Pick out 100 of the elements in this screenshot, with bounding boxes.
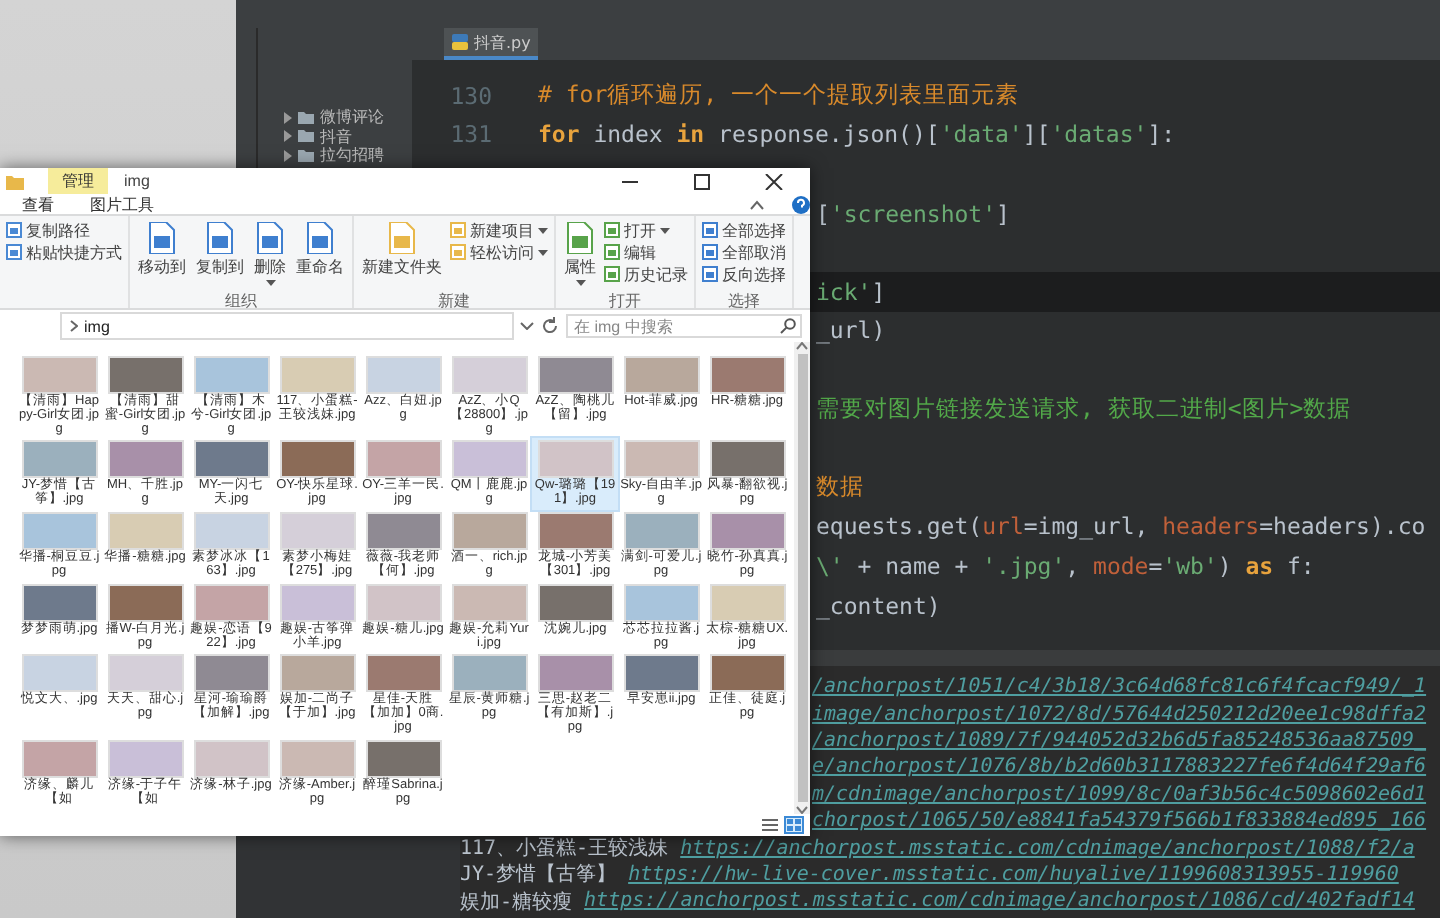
photo-placeholder — [107, 583, 183, 622]
collapse-caret-icon[interactable] — [750, 199, 764, 209]
chevron-icon — [70, 320, 78, 332]
photo-placeholder — [107, 512, 183, 551]
code-line: ['screenshot'] — [816, 199, 1010, 228]
ribbon-group-label: 打开 — [607, 290, 643, 308]
view-button[interactable] — [760, 816, 780, 834]
ribbon-button[interactable]: 打开 — [604, 220, 688, 240]
tree-item[interactable]: 抖音 — [258, 127, 412, 146]
refresh-icon[interactable] — [540, 316, 560, 336]
output-link[interactable]: https://anchorpost.msstatic.com/cdnimage/anchorpost/1088/f2/a — [680, 837, 1415, 860]
photo-placeholder — [623, 512, 699, 551]
tree-item[interactable]: 拉勾招聘 — [258, 146, 412, 165]
breadcrumb-item[interactable]: img — [84, 317, 110, 335]
ribbon-button[interactable]: 复制到 — [194, 220, 246, 290]
output-link[interactable]: https://anchorpost.msstatic.com/cdnimage/anchorpost/1086/cd/402fadf14 — [584, 890, 1415, 913]
ribbon-button[interactable]: 属性 — [562, 220, 598, 290]
ribbon-button[interactable]: 全部选择 — [702, 220, 786, 240]
photo-placeholder — [365, 739, 441, 778]
ribbon-button[interactable]: 编辑 — [604, 242, 688, 262]
photo-placeholder — [365, 356, 441, 394]
photo-placeholder — [279, 440, 355, 479]
photo-placeholder — [623, 356, 699, 394]
photo-placeholder — [451, 356, 527, 394]
photo-placeholder — [623, 583, 699, 622]
ribbon-button[interactable]: 新建文件夹 — [360, 220, 444, 290]
scroll-down-icon[interactable] — [796, 806, 808, 814]
photo-placeholder — [365, 654, 441, 693]
photo-placeholder — [623, 440, 699, 479]
output-text: 117、小蛋糕-王较浅妹 — [460, 835, 669, 863]
context-tab[interactable]: 管理 — [48, 168, 108, 194]
ribbon-tab[interactable]: 查看 — [18, 193, 58, 215]
ribbon-button[interactable]: 反向选择 — [702, 264, 786, 284]
line-number: 130 — [448, 81, 494, 110]
output-text: JY-梦惜【古筝】 — [460, 861, 617, 889]
output-link[interactable]: m/cdnimage/anchorpost/1099/8c/0af3b56c4c5098602e6d1 — [812, 783, 1427, 806]
photo-placeholder — [193, 440, 269, 479]
photo-placeholder — [193, 654, 269, 693]
photo-placeholder — [279, 583, 355, 622]
scroll-up-icon[interactable] — [796, 342, 808, 350]
output-link[interactable]: /anchorpost/1089/7f/944052d32b6d5fa85248536aa87509_ — [812, 729, 1427, 752]
line-number: 131 — [448, 120, 494, 149]
output-link[interactable]: chorpost/1065/50/e8841fa54379f566b1f833884ed895_166 — [812, 810, 1427, 833]
photo-placeholder — [107, 654, 183, 693]
help-icon[interactable] — [792, 195, 810, 213]
details-view-icon — [762, 818, 778, 832]
code-line: _content) — [816, 591, 941, 620]
code-line: 需要对图片链接发送请求, 获取二进制<图片>数据 — [816, 394, 1352, 425]
scrollbar-thumb[interactable] — [797, 354, 807, 802]
page-icon — [306, 222, 334, 254]
tree-item[interactable]: 微博评论 — [258, 108, 412, 127]
ribbon-button[interactable]: 历史记录 — [604, 264, 688, 284]
editor-tab[interactable]: 抖音.py — [444, 28, 539, 60]
code-line: for index in response.json()['data']['datas']: — [538, 120, 1176, 149]
view-button[interactable] — [784, 816, 804, 834]
code-line: ick'] — [816, 277, 886, 306]
output-link[interactable]: https://hw-live-cover.msstatic.com/huyalive/1199608313955-119960 — [628, 863, 1399, 886]
photo-placeholder — [21, 583, 97, 622]
photo-placeholder — [21, 440, 97, 479]
photo-placeholder — [537, 440, 613, 479]
dropdown-caret-icon[interactable] — [520, 322, 534, 330]
output-link[interactable]: e/anchorpost/1076/8b/b2d60b3117883227fe6f4d64f29af6 — [812, 756, 1427, 779]
ribbon-button[interactable]: 粘贴快捷方式 — [6, 242, 122, 262]
photo-placeholder — [709, 356, 785, 394]
ribbon-tab[interactable]: 图片工具 — [86, 193, 158, 215]
photo-placeholder — [193, 583, 269, 622]
page-icon — [566, 222, 594, 254]
window-title: img — [124, 172, 150, 190]
photo-placeholder — [279, 739, 355, 778]
code-line: _url) — [816, 316, 886, 345]
photo-placeholder — [21, 654, 97, 693]
search-field[interactable]: 在 img 中搜索 — [566, 314, 802, 338]
output-link[interactable]: image/anchorpost/1072/8d/57644d250212d20ee1c98dffa2 — [812, 703, 1427, 726]
search-icon[interactable] — [780, 318, 796, 334]
page-icon — [148, 222, 176, 254]
ribbon-button[interactable]: 轻松访问 — [450, 242, 548, 262]
photo-placeholder — [451, 512, 527, 551]
photo-placeholder — [451, 583, 527, 622]
photo-placeholder — [709, 654, 785, 693]
ribbon-button[interactable]: 全部取消 — [702, 242, 786, 262]
address-bar[interactable]: img — [60, 312, 514, 340]
code-line: 数据 — [816, 472, 864, 503]
photo-placeholder — [107, 739, 183, 778]
ribbon-button[interactable]: 复制路径 — [6, 220, 122, 240]
photo-placeholder — [537, 583, 613, 622]
page-icon — [256, 222, 284, 254]
ribbon-button[interactable]: 移动到 — [136, 220, 188, 290]
output-link[interactable]: /anchorpost/1051/c4/3b18/3c64d68fc81c6f4fcacf949/_1 — [812, 676, 1427, 699]
ribbon-button[interactable]: 删除 — [252, 220, 288, 290]
ribbon-button[interactable]: 重命名 — [294, 220, 346, 290]
ribbon-group-label: 新建 — [436, 290, 472, 308]
photo-placeholder — [709, 440, 785, 479]
photo-placeholder — [709, 583, 785, 622]
photo-placeholder — [21, 739, 97, 778]
photo-placeholder — [107, 440, 183, 479]
photo-placeholder — [365, 512, 441, 551]
photo-placeholder — [279, 356, 355, 394]
ribbon-button[interactable]: 新建项目 — [450, 220, 548, 240]
scrollbar[interactable] — [794, 342, 810, 814]
photo-placeholder — [279, 512, 355, 551]
